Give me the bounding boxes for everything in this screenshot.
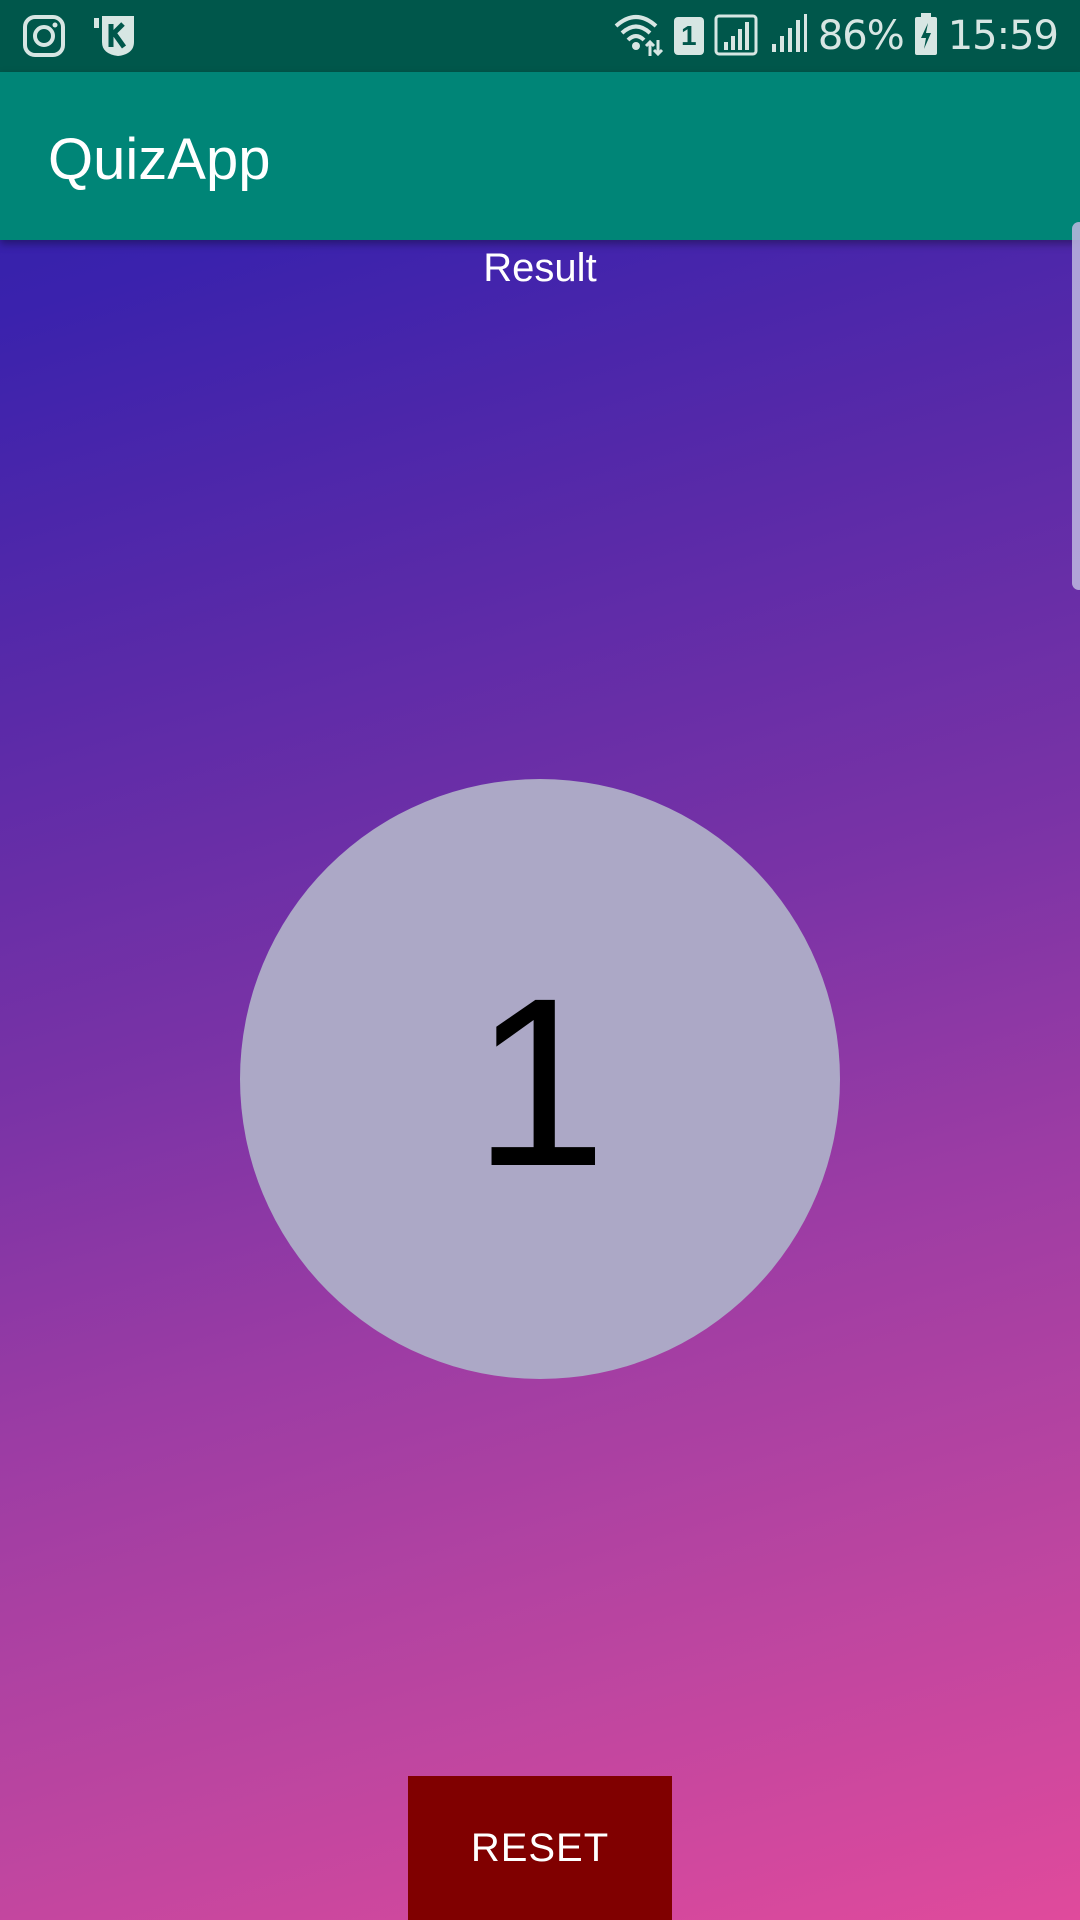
status-bar-left xyxy=(22,14,138,63)
instagram-icon xyxy=(22,14,66,63)
app-title: QuizApp xyxy=(48,127,271,192)
score-circle: 1 xyxy=(240,779,840,1379)
scroll-indicator[interactable] xyxy=(1072,222,1080,590)
sim-1-icon: 1 xyxy=(673,17,704,55)
signal-icon xyxy=(770,12,808,61)
reset-button[interactable]: RESET xyxy=(408,1776,672,1920)
signal-icon xyxy=(714,12,760,61)
battery-charging-icon xyxy=(914,12,938,61)
kik-icon xyxy=(92,14,138,63)
app-bar: QuizApp xyxy=(0,72,1080,240)
clock: 15:59 xyxy=(947,13,1059,59)
quiz-result-screen: 1 86% 15:59 QuizApp Result 1 RESET xyxy=(0,0,1080,1920)
status-bar: 1 86% 15:59 xyxy=(0,0,1080,72)
result-heading: Result xyxy=(483,246,597,290)
score-value: 1 xyxy=(473,948,607,1216)
battery-percent: 86% xyxy=(817,13,905,59)
wifi-icon xyxy=(612,12,664,61)
status-bar-right: 1 86% 15:59 xyxy=(612,10,1059,62)
